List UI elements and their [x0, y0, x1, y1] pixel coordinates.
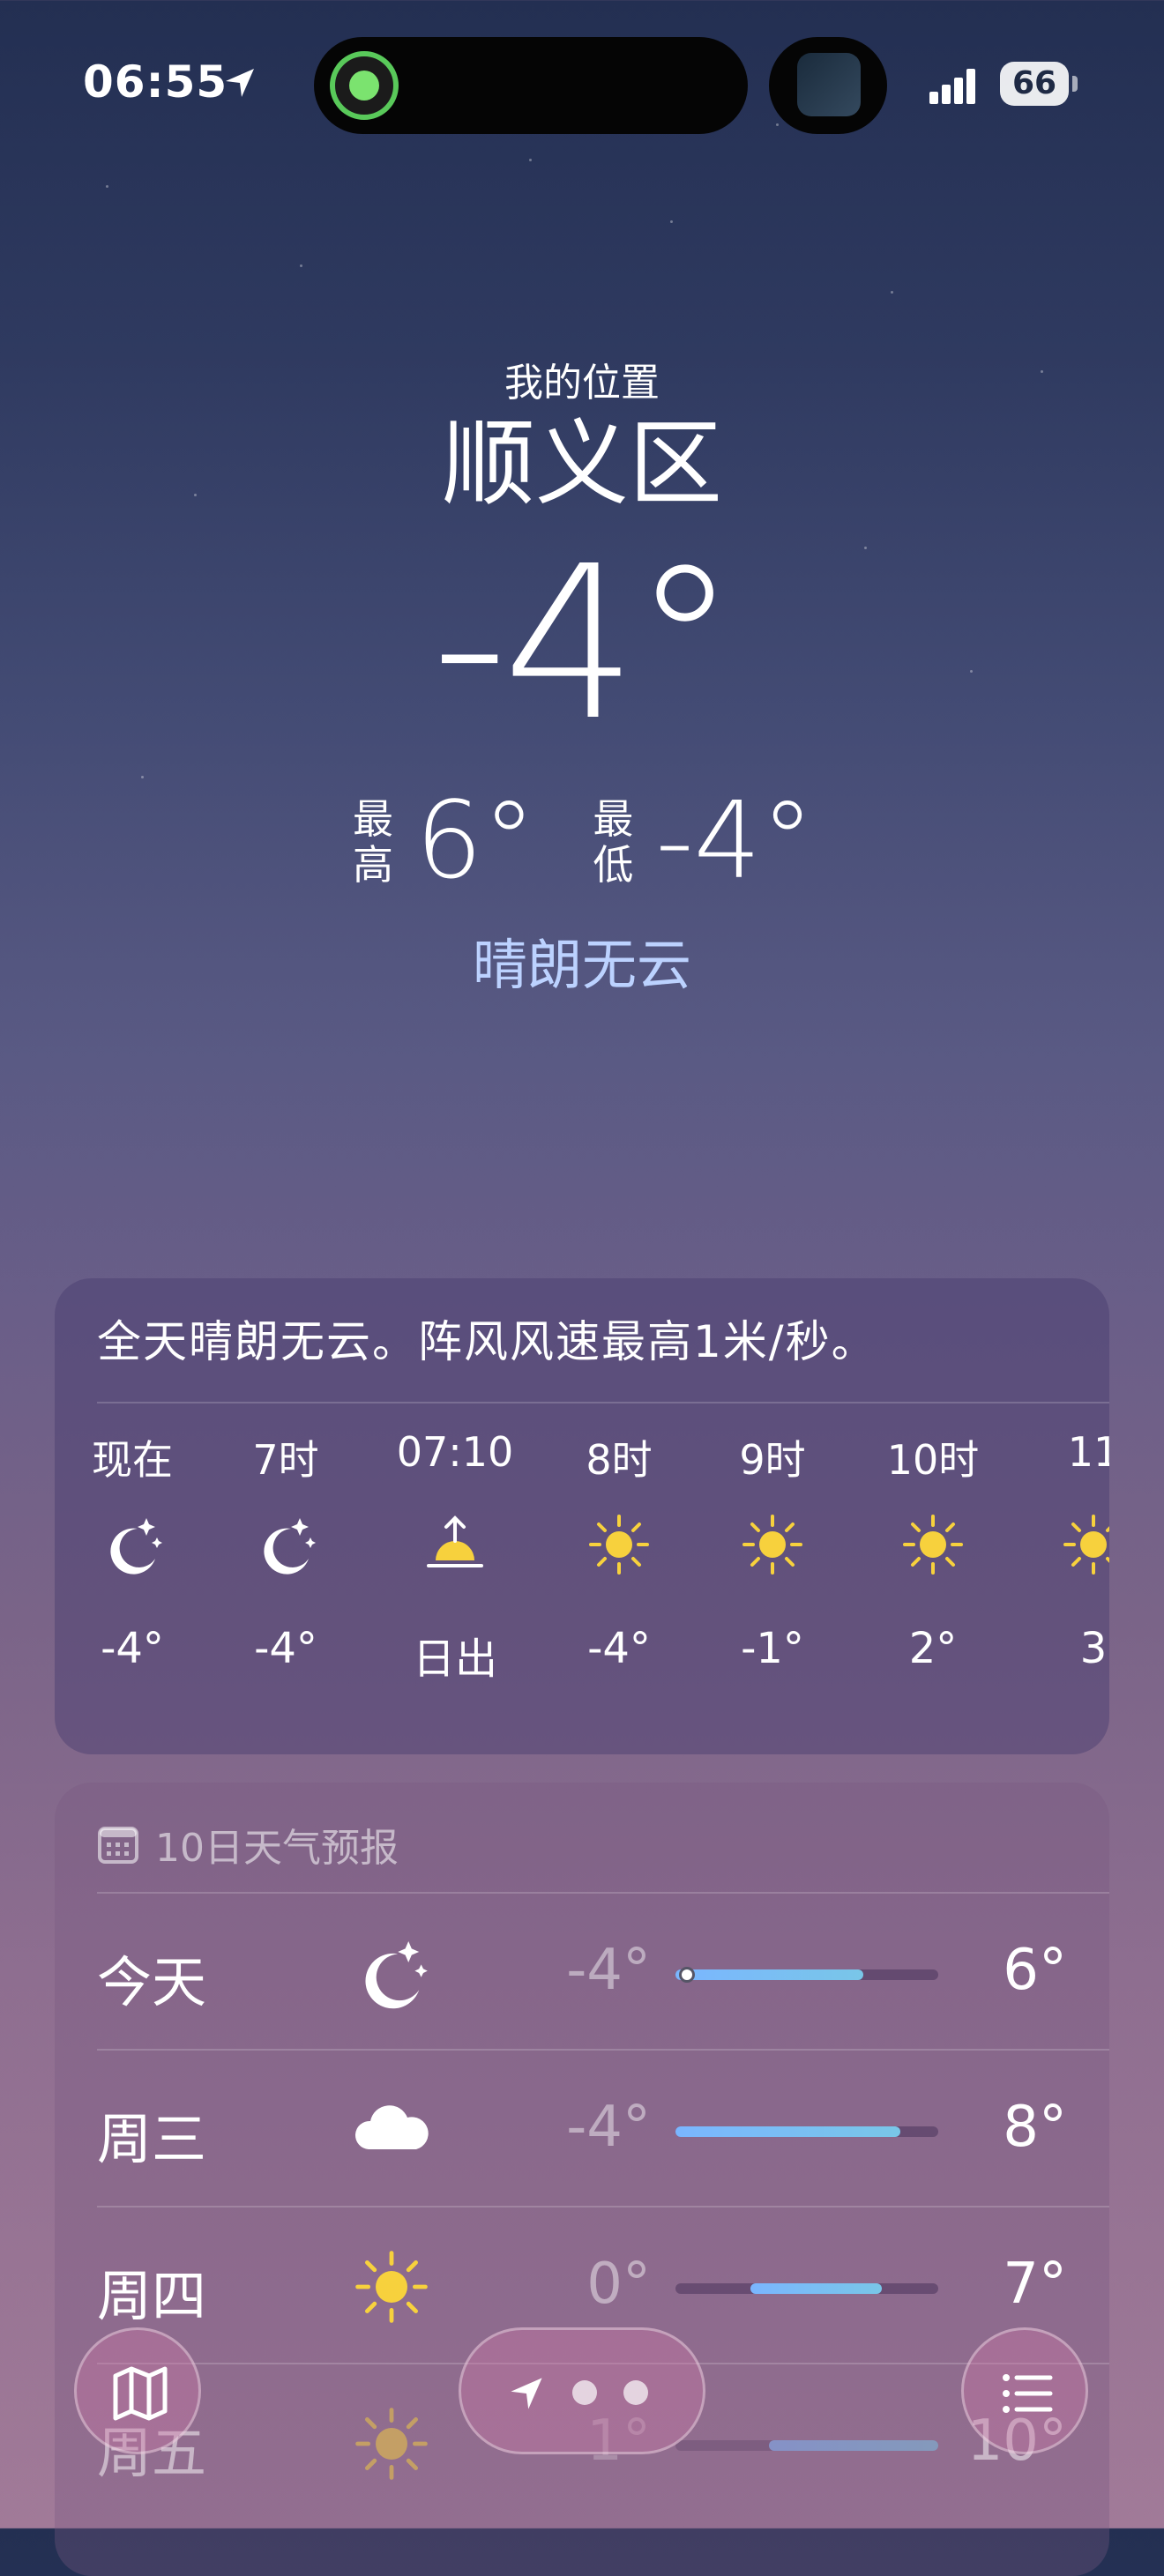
moon-stars-icon: [264, 1518, 316, 1575]
hour-temp: 3: [1079, 1624, 1108, 1673]
forecast-title: 10日天气预报: [155, 1826, 399, 1871]
hour-item[interactable]: 10时 2°: [854, 1428, 1012, 1673]
hour-label: 8时: [586, 1436, 653, 1484]
divider: [97, 1402, 1109, 1403]
temp-range-bar: [675, 2440, 938, 2451]
forecast-header: 10日天气预报: [97, 1818, 399, 1871]
battery-indicator: 66: [1000, 62, 1069, 106]
hourly-list[interactable]: 现在 -4° 7时 -4° 07:10 日出 8时 -4° 9时 -1° 10时…: [55, 1428, 1109, 1746]
forecast-row[interactable]: 周三 -4° 8°: [55, 2051, 1109, 2207]
low-temperature: -4°: [655, 780, 814, 903]
hour-label: 07:10: [396, 1428, 514, 1476]
hour-item[interactable]: 11 3: [1014, 1428, 1109, 1673]
hour-item[interactable]: 现在 -4°: [55, 1428, 212, 1673]
hour-item[interactable]: 9时 -1°: [693, 1428, 852, 1673]
ten-day-forecast-card[interactable]: 10日天气预报 今天 -4° 6° 周三 -4° 8° 周四 0° 7° 周五: [55, 1783, 1109, 2576]
low-tag: 最低: [593, 795, 634, 889]
sunrise-label: 日出: [412, 1634, 497, 1684]
page-indicator[interactable]: [459, 2327, 705, 2454]
high-temperature: 6°: [414, 780, 536, 903]
calendar-icon: [98, 1827, 138, 1864]
day-name: 今天: [97, 1950, 207, 2014]
high-tag: 最高: [352, 795, 393, 889]
now-playing-artwork[interactable]: [797, 53, 861, 116]
weather-condition: 晴朗无云: [472, 933, 691, 997]
hour-label: 7时: [252, 1436, 319, 1484]
hour-temp: -4°: [254, 1624, 317, 1673]
day-name: 周四: [97, 2264, 207, 2328]
temp-range-fill: [675, 2126, 901, 2137]
hour-temp: -1°: [741, 1624, 804, 1673]
hour-item[interactable]: 7时 -4°: [206, 1428, 365, 1673]
hour-label: 11: [1067, 1428, 1109, 1476]
list-icon: [1003, 2374, 1053, 2413]
hourly-forecast-card[interactable]: 全天晴朗无云。阵风风速最高1米/秒。 现在 -4° 7时 -4° 07:10 日…: [55, 1278, 1109, 1754]
hour-temp: -4°: [101, 1624, 164, 1673]
current-temperature: -4°: [431, 520, 737, 767]
map-button[interactable]: [74, 2327, 201, 2454]
day-high: 8°: [1003, 2095, 1067, 2160]
temp-range-fill: [750, 2283, 883, 2294]
temp-range-fill: [769, 2440, 938, 2451]
location-arrow-icon: [511, 2378, 542, 2409]
page-dot[interactable]: [572, 2380, 597, 2405]
day-low: -4°: [566, 1938, 651, 2003]
day-low: -4°: [566, 2095, 651, 2160]
battery-tip: [1072, 76, 1078, 92]
temp-range-fill: [675, 1969, 863, 1980]
status-bar: 06:55 66: [0, 0, 1164, 168]
day-name: 周三: [97, 2107, 207, 2171]
sun-icon: [589, 1515, 649, 1575]
hour-item[interactable]: 8时 -4°: [540, 1428, 698, 1673]
map-icon: [113, 2366, 168, 2421]
hour-temp: -4°: [587, 1624, 651, 1673]
hour-label: 现在: [92, 1436, 173, 1484]
temp-range-bar: [675, 2283, 938, 2294]
cellular-signal-icon: [929, 67, 986, 104]
sun-icon: [903, 1515, 963, 1575]
cloud-icon: [354, 2105, 429, 2149]
temp-range-bar: [675, 2126, 938, 2137]
sunrise-icon: [427, 1515, 483, 1567]
forecast-row[interactable]: 今天 -4° 6°: [55, 1894, 1109, 2051]
day-low: 0°: [586, 2252, 651, 2317]
temp-range-bar: [675, 1967, 938, 1983]
high-low: 最高 6° 最低 -4°: [0, 785, 1164, 899]
daily-summary: 全天晴朗无云。阵风风速最高1米/秒。: [97, 1316, 877, 1367]
status-time: 06:55: [83, 56, 228, 108]
hour-label: 9时: [739, 1436, 806, 1484]
hour-item[interactable]: 07:10 日出: [376, 1428, 534, 1684]
day-high: 6°: [1003, 1938, 1067, 2003]
live-activity-icon[interactable]: [330, 51, 399, 120]
day-high: 7°: [1003, 2252, 1067, 2317]
location-arrow-icon: [226, 69, 254, 97]
city-name: 顺义区: [442, 410, 722, 518]
moon-stars-icon: [110, 1518, 162, 1575]
sun-icon: [355, 2251, 428, 2323]
current-temp-dot: [679, 1967, 695, 1983]
moon-stars-icon: [365, 1941, 428, 2009]
sun-icon: [355, 2408, 428, 2480]
page-dot[interactable]: [623, 2380, 648, 2405]
city-list-button[interactable]: [961, 2327, 1088, 2454]
hour-label: 10时: [886, 1436, 980, 1484]
location-label: 我的位置: [504, 361, 660, 406]
hour-temp: 2°: [908, 1624, 958, 1673]
sun-icon: [1063, 1515, 1109, 1575]
sun-icon: [742, 1515, 802, 1575]
